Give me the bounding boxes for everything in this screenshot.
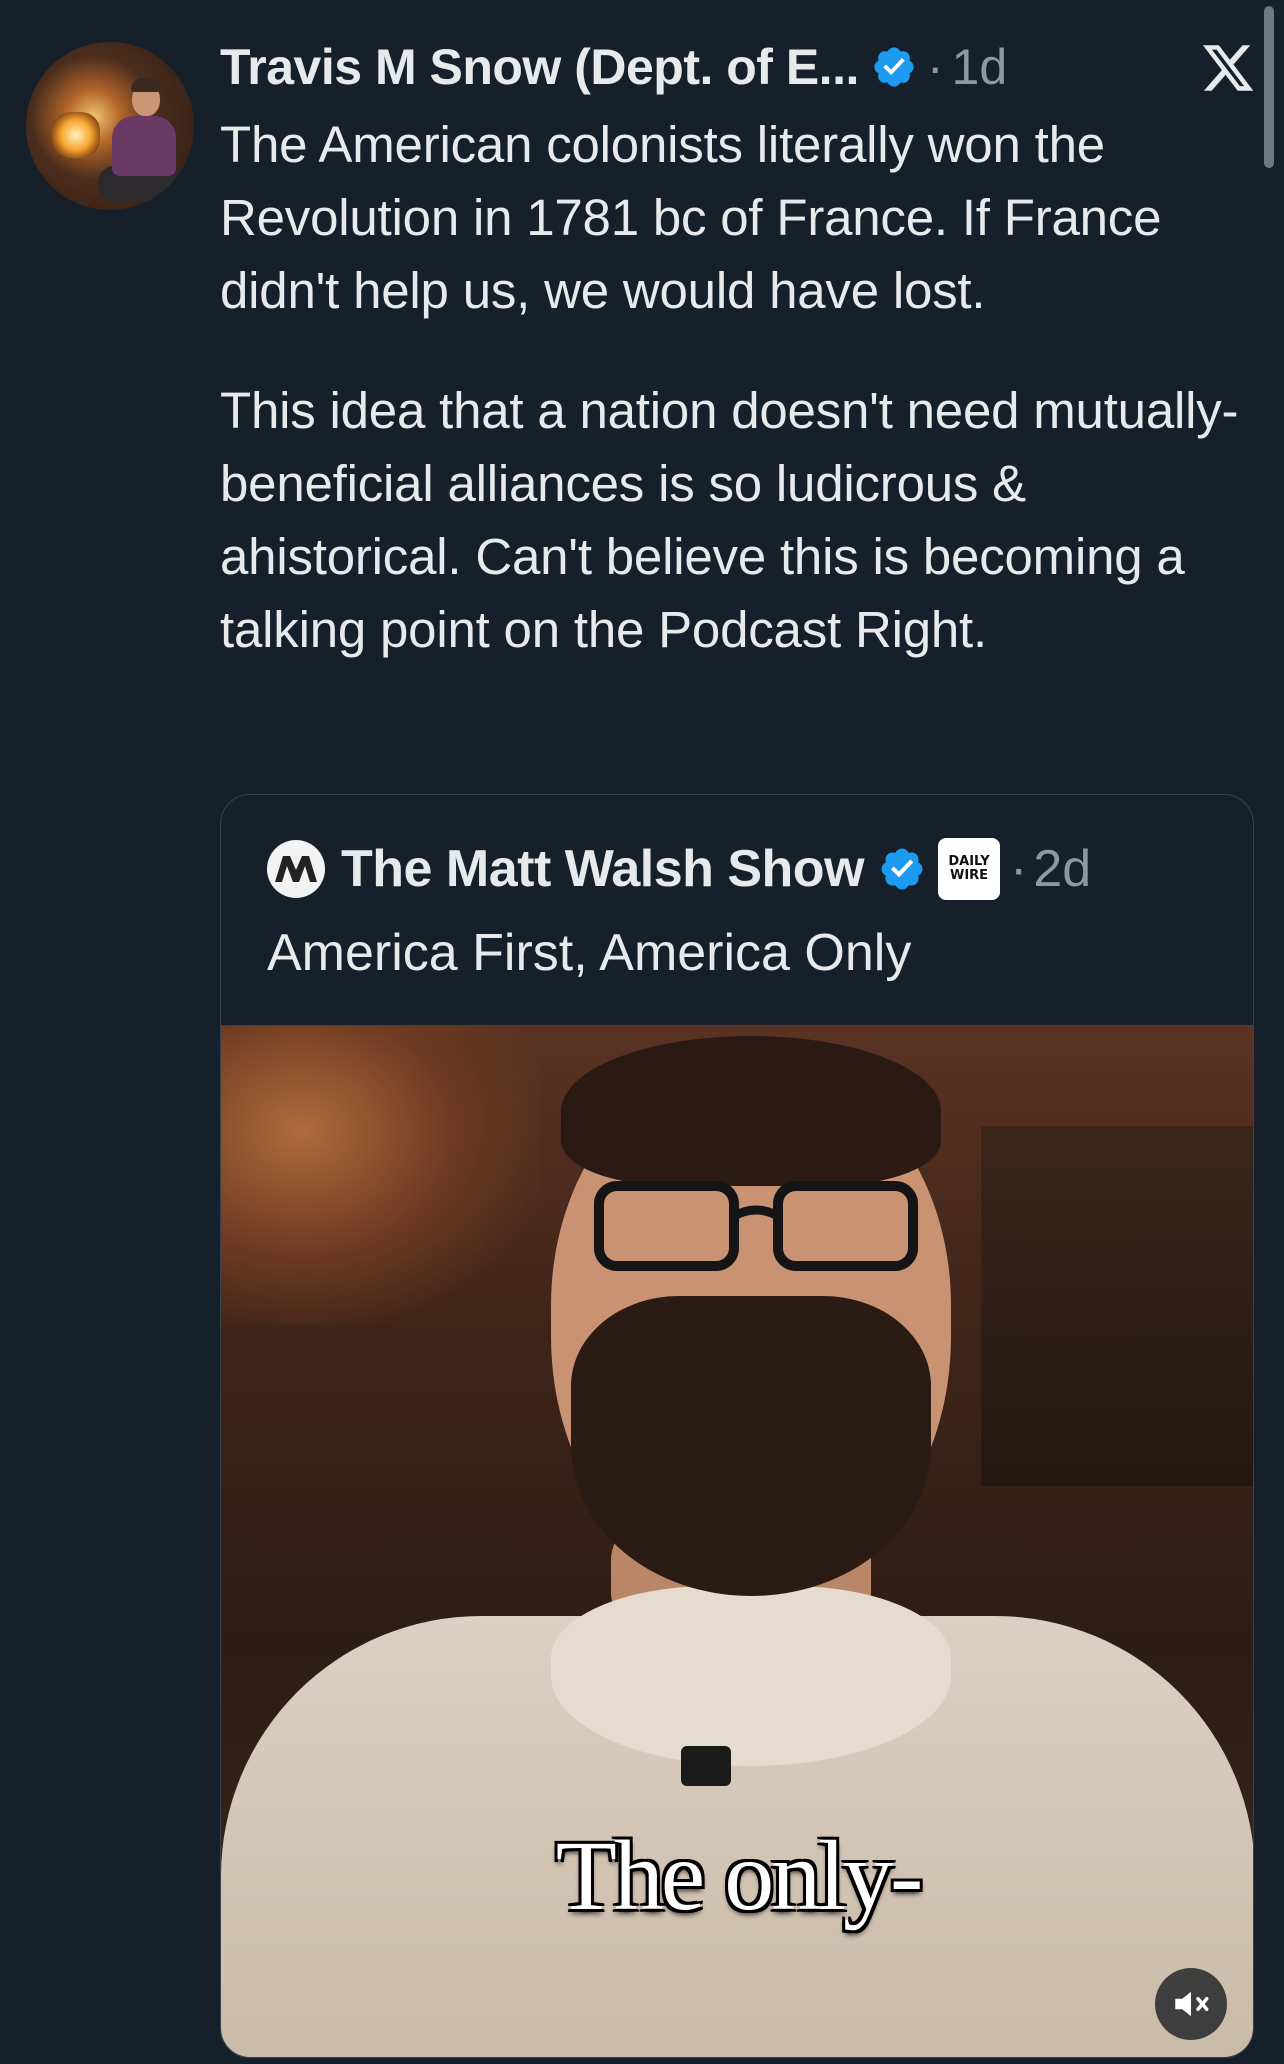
verified-badge-icon: [878, 845, 926, 893]
person-hair: [561, 1036, 941, 1186]
tweet-paragraph: The American colonists literally won the…: [220, 116, 1162, 319]
video-player[interactable]: The only-: [221, 1025, 1253, 2057]
background-light: [221, 1026, 541, 1326]
quoted-author-avatar[interactable]: [267, 840, 325, 898]
background-shelf: [981, 1126, 1253, 1486]
quoted-tweet-card[interactable]: The Matt Walsh Show DAILY WIRE · 2d Amer…: [220, 794, 1254, 2058]
avatar-person: [98, 74, 184, 202]
person-beard: [571, 1296, 931, 1596]
glasses: [591, 1176, 921, 1276]
badge-line: WIRE: [949, 868, 989, 883]
separator-dot: ·: [926, 39, 944, 95]
tweet-header: Travis M Snow (Dept. of E... · 1d: [220, 30, 1120, 104]
tweet-time[interactable]: 1d: [952, 38, 1008, 96]
badge-line: DAILY: [948, 854, 990, 869]
fireplace-glow: [52, 112, 100, 158]
quoted-author-name[interactable]: The Matt Walsh Show: [341, 839, 865, 899]
author-avatar[interactable]: [26, 42, 194, 210]
verified-badge-icon: [871, 44, 917, 90]
x-logo-icon[interactable]: [1200, 40, 1256, 96]
author-name[interactable]: Travis M Snow (Dept. of E...: [220, 38, 859, 96]
tweet-text: The American colonists literally won the…: [220, 108, 1270, 666]
video-caption: The only-: [555, 1820, 924, 1931]
tweet-paragraph: This idea that a nation doesn't need mut…: [220, 382, 1239, 658]
quoted-tweet-text: America First, America Only: [267, 924, 912, 982]
shirt-collar: [551, 1586, 951, 1766]
quoted-tweet-time[interactable]: 2d: [1033, 839, 1091, 899]
quoted-tweet-header: The Matt Walsh Show DAILY WIRE · 2d: [267, 838, 1091, 900]
separator-dot: ·: [1010, 840, 1028, 898]
daily-wire-badge-icon[interactable]: DAILY WIRE: [938, 838, 1001, 900]
speaker-muted-icon[interactable]: [1155, 1968, 1227, 2040]
lapel-microphone: [681, 1746, 731, 1786]
